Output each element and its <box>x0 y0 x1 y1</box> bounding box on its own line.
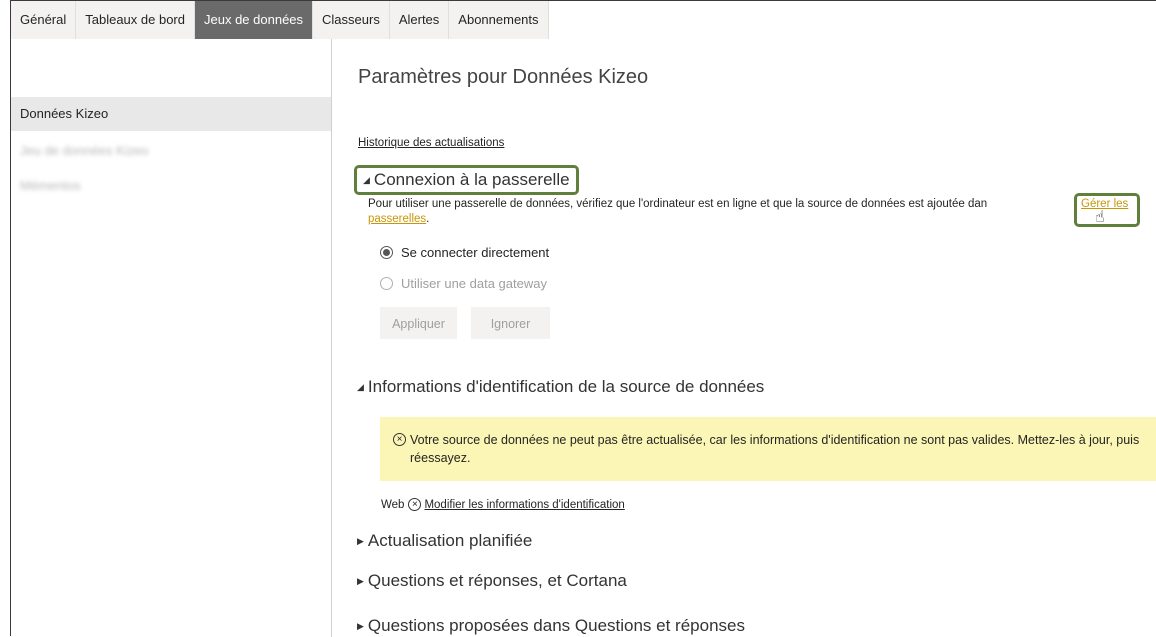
sidebar-item-blurred[interactable]: Jeu de données Kizeo <box>11 134 149 168</box>
tab-workbooks[interactable]: Classeurs <box>313 1 390 39</box>
gateway-section-header[interactable]: ◢ Connexion à la passerelle <box>354 165 579 195</box>
web-label: Web <box>381 498 405 511</box>
tab-dashboards[interactable]: Tableaux de bord <box>76 1 195 39</box>
use-gateway-label: Utiliser une data gateway <box>401 276 547 291</box>
use-gateway-option[interactable]: Utiliser une data gateway <box>380 276 547 291</box>
sidebar-item-blurred[interactable]: Mémentos <box>11 169 81 203</box>
sidebar-item-donnees-kizeo[interactable]: Données Kizeo <box>11 97 331 131</box>
expanded-triangle-icon: ◢ <box>357 381 364 392</box>
manage-gateways-link-continued[interactable]: passerelles <box>368 213 426 225</box>
connect-directly-option[interactable]: Se connecter directement <box>380 245 549 260</box>
gateway-description: Pour utiliser une passerelle de données,… <box>368 197 1128 227</box>
credentials-section-header[interactable]: ◢ Informations d'identification de la so… <box>357 377 764 397</box>
qa-section-title: Questions et réponses, et Cortana <box>367 571 627 590</box>
credentials-warning-text: Votre source de données ne peut pas être… <box>410 433 1140 465</box>
page-title: Paramètres pour Données Kizeo <box>358 66 649 88</box>
scheduled-refresh-title: Actualisation planifiée <box>367 531 533 550</box>
refresh-history-link[interactable]: Historique des actualisations <box>358 137 504 149</box>
gateway-description-end: . <box>426 213 430 225</box>
radio-checked-icon[interactable] <box>380 246 393 259</box>
tab-subscriptions[interactable]: Abonnements <box>449 1 549 39</box>
web-credentials-row: Web × Modifier les informations d'identi… <box>381 498 625 511</box>
settings-main: Paramètres pour Données Kizeo Historique… <box>354 39 1156 636</box>
error-circle-icon: × <box>393 433 406 446</box>
ignore-button[interactable]: Ignorer <box>471 307 550 339</box>
tab-general[interactable]: Général <box>11 1 77 39</box>
gateway-section-title: Connexion à la passerelle <box>373 170 570 189</box>
scheduled-refresh-section-header[interactable]: ▶ Actualisation planifiée <box>357 531 532 551</box>
collapsed-triangle-icon: ▶ <box>357 620 364 631</box>
dataset-sidebar: Données Kizeo Jeu de données Kizeo Mémen… <box>11 39 332 637</box>
tab-datasets[interactable]: Jeux de données <box>195 1 314 39</box>
credentials-warning: × Votre source de données ne peut pas êt… <box>380 417 1156 481</box>
credentials-section-title: Informations d'identification de la sour… <box>367 377 765 396</box>
tab-alerts[interactable]: Alertes <box>389 1 450 39</box>
apply-button[interactable]: Appliquer <box>380 307 457 339</box>
radio-unchecked-icon[interactable] <box>380 277 393 290</box>
edit-credentials-link[interactable]: Modifier les informations d'identificati… <box>424 499 624 511</box>
connect-directly-label: Se connecter directement <box>401 245 550 260</box>
settings-frame: Général Tableaux de bord Jeux de données… <box>10 0 1156 637</box>
gateway-description-text: Pour utiliser une passerelle de données,… <box>368 198 988 210</box>
suggested-questions-section-header[interactable]: ▶ Questions proposées dans Questions et … <box>357 616 745 636</box>
highlight-box <box>1074 193 1140 227</box>
qa-section-header[interactable]: ▶ Questions et réponses, et Cortana <box>357 571 627 591</box>
tab-bar: Général Tableaux de bord Jeux de données… <box>11 1 549 39</box>
expanded-triangle-icon: ◢ <box>363 174 370 185</box>
collapsed-triangle-icon: ▶ <box>357 575 364 586</box>
collapsed-triangle-icon: ▶ <box>357 535 364 546</box>
error-circle-icon: × <box>408 498 422 511</box>
suggested-questions-title: Questions proposées dans Questions et ré… <box>367 616 745 635</box>
hand-cursor-icon: ☝ <box>1095 209 1105 226</box>
